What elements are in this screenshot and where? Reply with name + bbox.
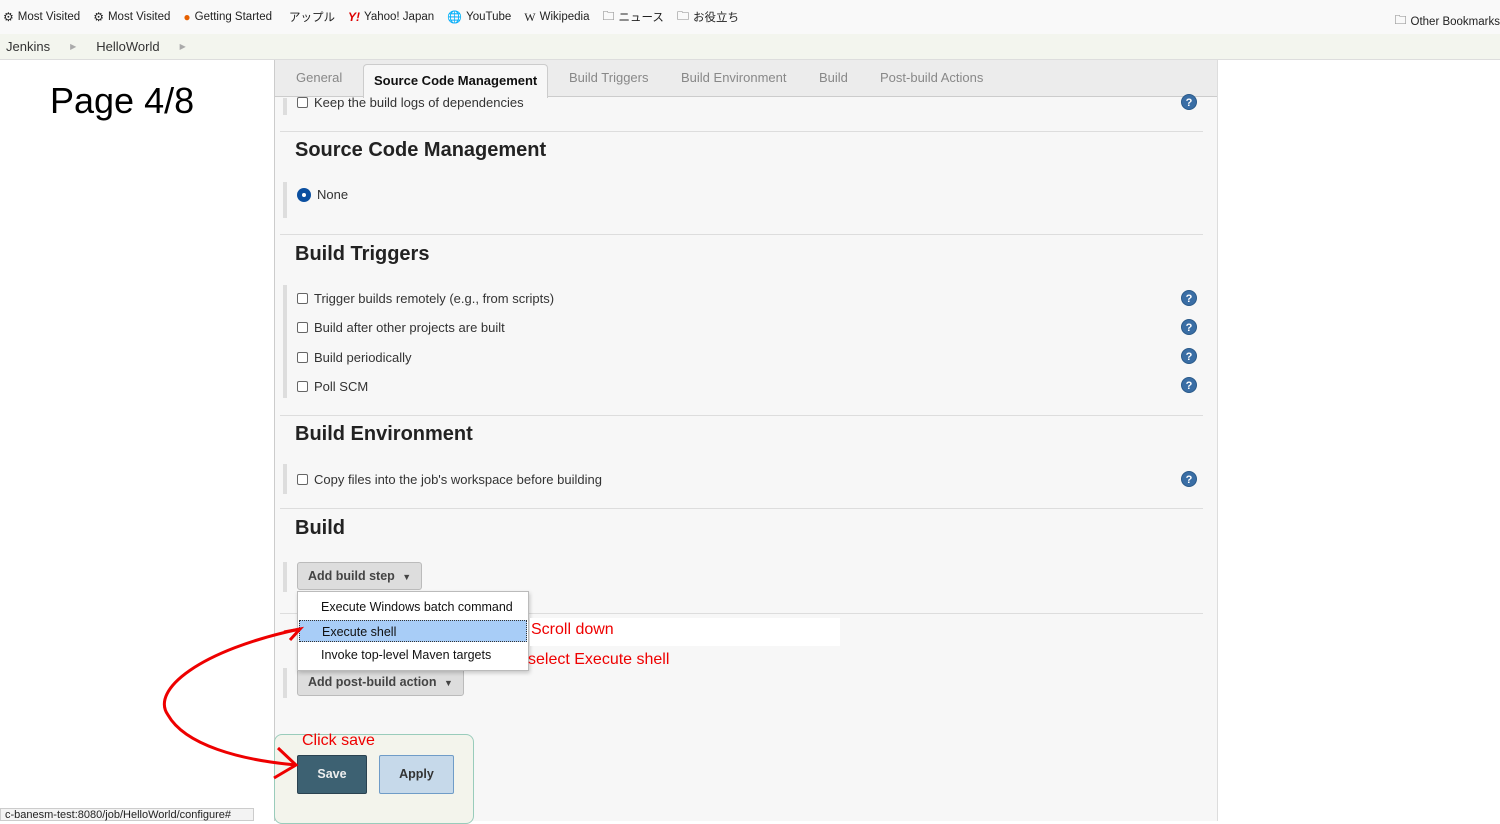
arrow-curve [164, 629, 300, 765]
status-url: c-banesm-test:8080/job/HelloWorld/config… [0, 808, 254, 821]
arrow-head-top [284, 629, 300, 640]
annotation-arrow [0, 0, 1500, 821]
